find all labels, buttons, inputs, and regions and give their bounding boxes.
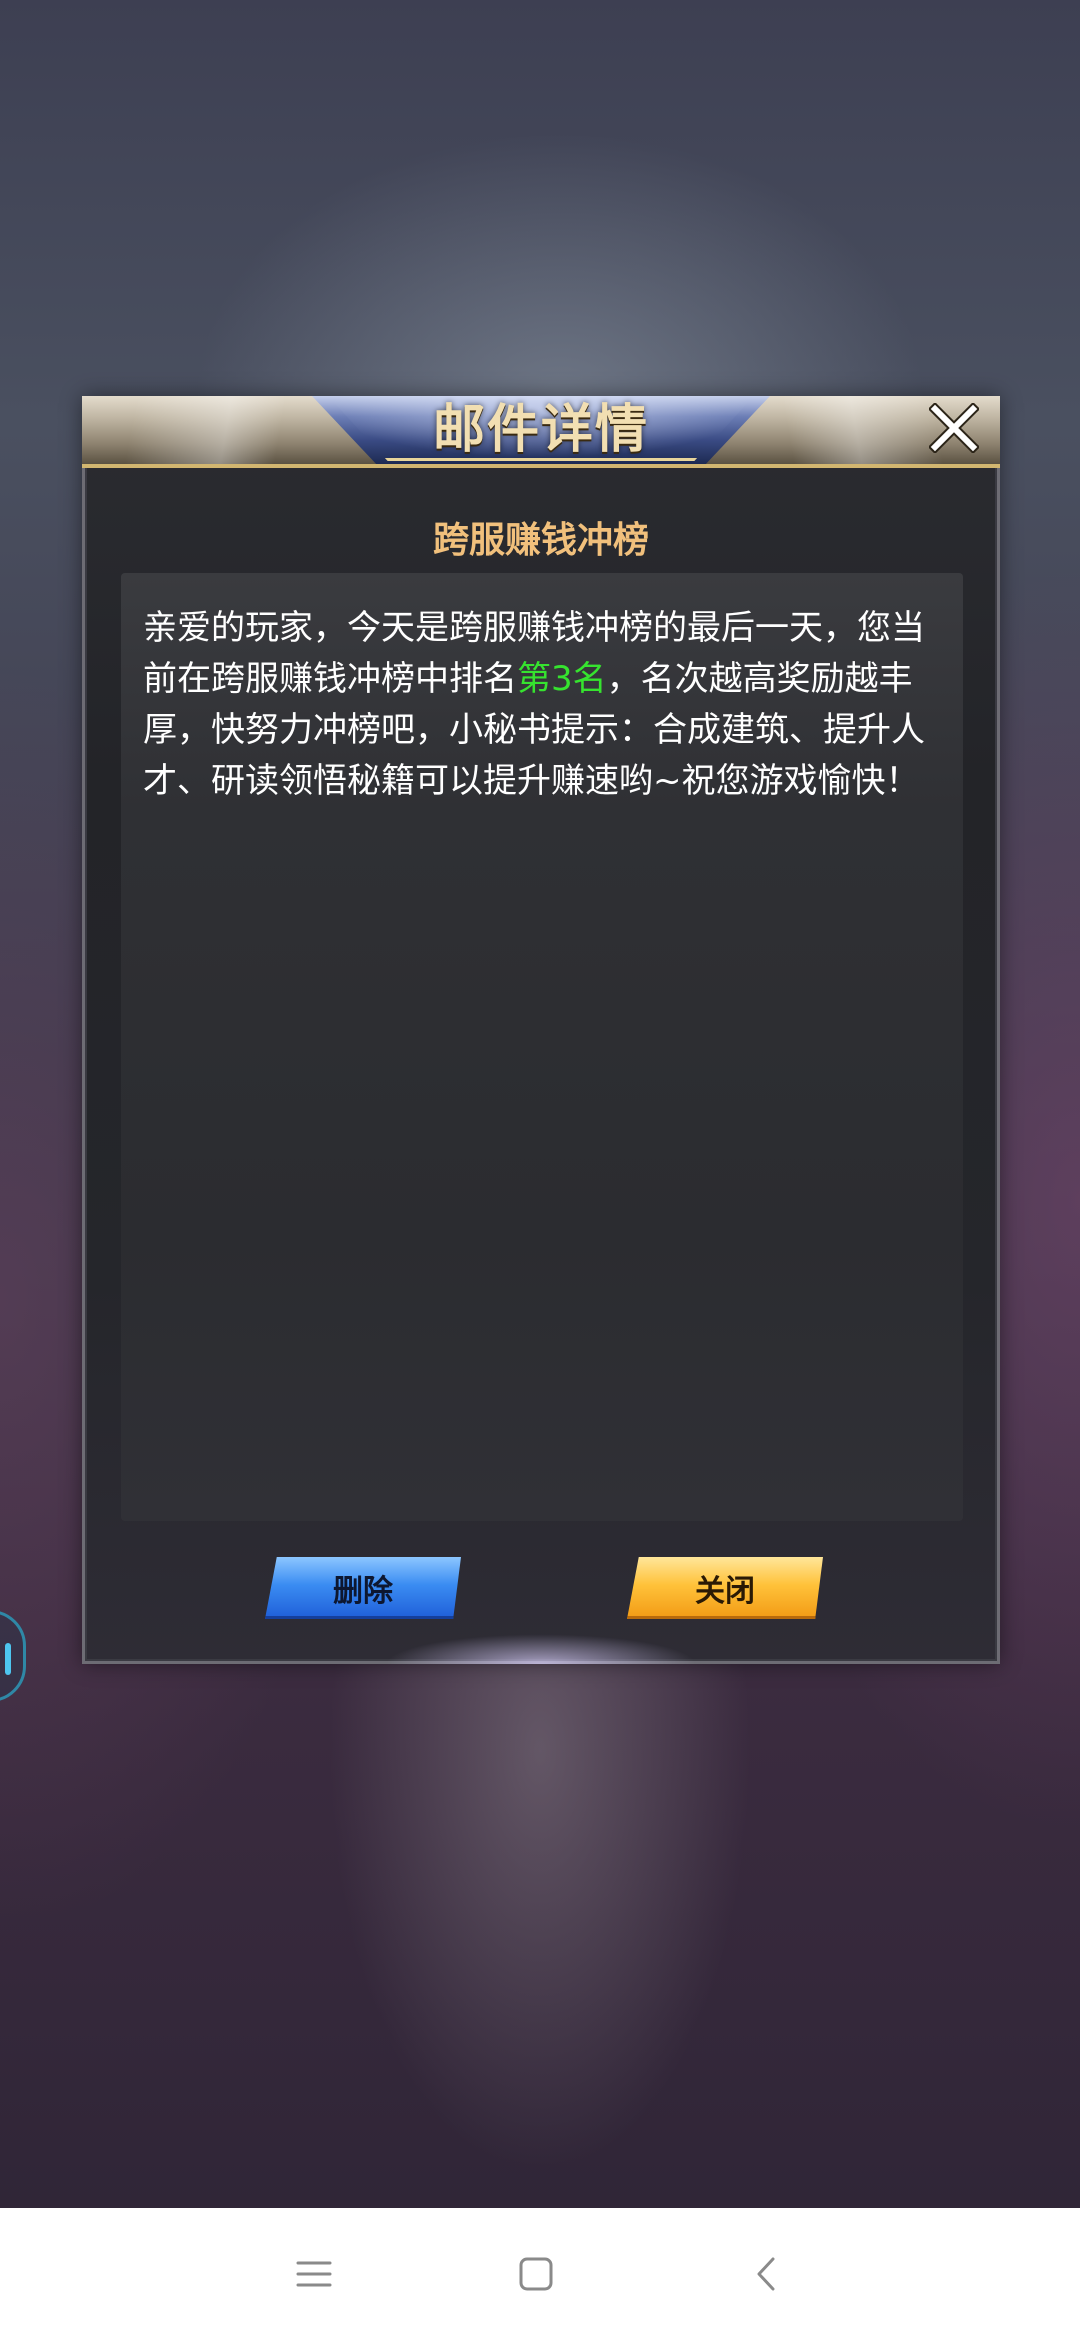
bottom-glow [385, 1634, 697, 1664]
system-nav-bar [0, 2208, 1080, 2340]
mail-subject: 跨服赚钱冲榜 [432, 520, 649, 561]
home-nav-button[interactable] [508, 2246, 564, 2302]
handle-bar [5, 1643, 11, 1675]
menu-nav-button[interactable] [286, 2246, 342, 2302]
mail-body: 亲爱的玩家，今天是跨服赚钱冲榜的最后一天，您当前在跨服赚钱冲榜中排名第3名，名次… [143, 603, 941, 807]
floating-side-handle[interactable] [0, 1610, 26, 1702]
close-icon [929, 403, 979, 453]
delete-button[interactable]: 删除 [265, 1557, 461, 1619]
back-icon [757, 2257, 775, 2291]
dialog-header: 邮件详情 [82, 396, 1000, 468]
close-dialog-button[interactable] [926, 400, 982, 456]
home-icon [519, 2257, 553, 2291]
rank-highlight: 第3名 [517, 659, 607, 699]
back-nav-button[interactable] [738, 2246, 794, 2302]
mail-detail-dialog: 邮件详情 跨服赚钱冲榜 亲爱的玩家，今天是跨服赚钱冲榜的最后一天，您当前在跨服赚… [82, 396, 1000, 1664]
mail-content-box: 亲爱的玩家，今天是跨服赚钱冲榜的最后一天，您当前在跨服赚钱冲榜中排名第3名，名次… [121, 573, 963, 1521]
close-button[interactable]: 关闭 [627, 1557, 823, 1619]
dialog-title: 邮件详情 [432, 400, 649, 460]
menu-icon [296, 2261, 332, 2287]
